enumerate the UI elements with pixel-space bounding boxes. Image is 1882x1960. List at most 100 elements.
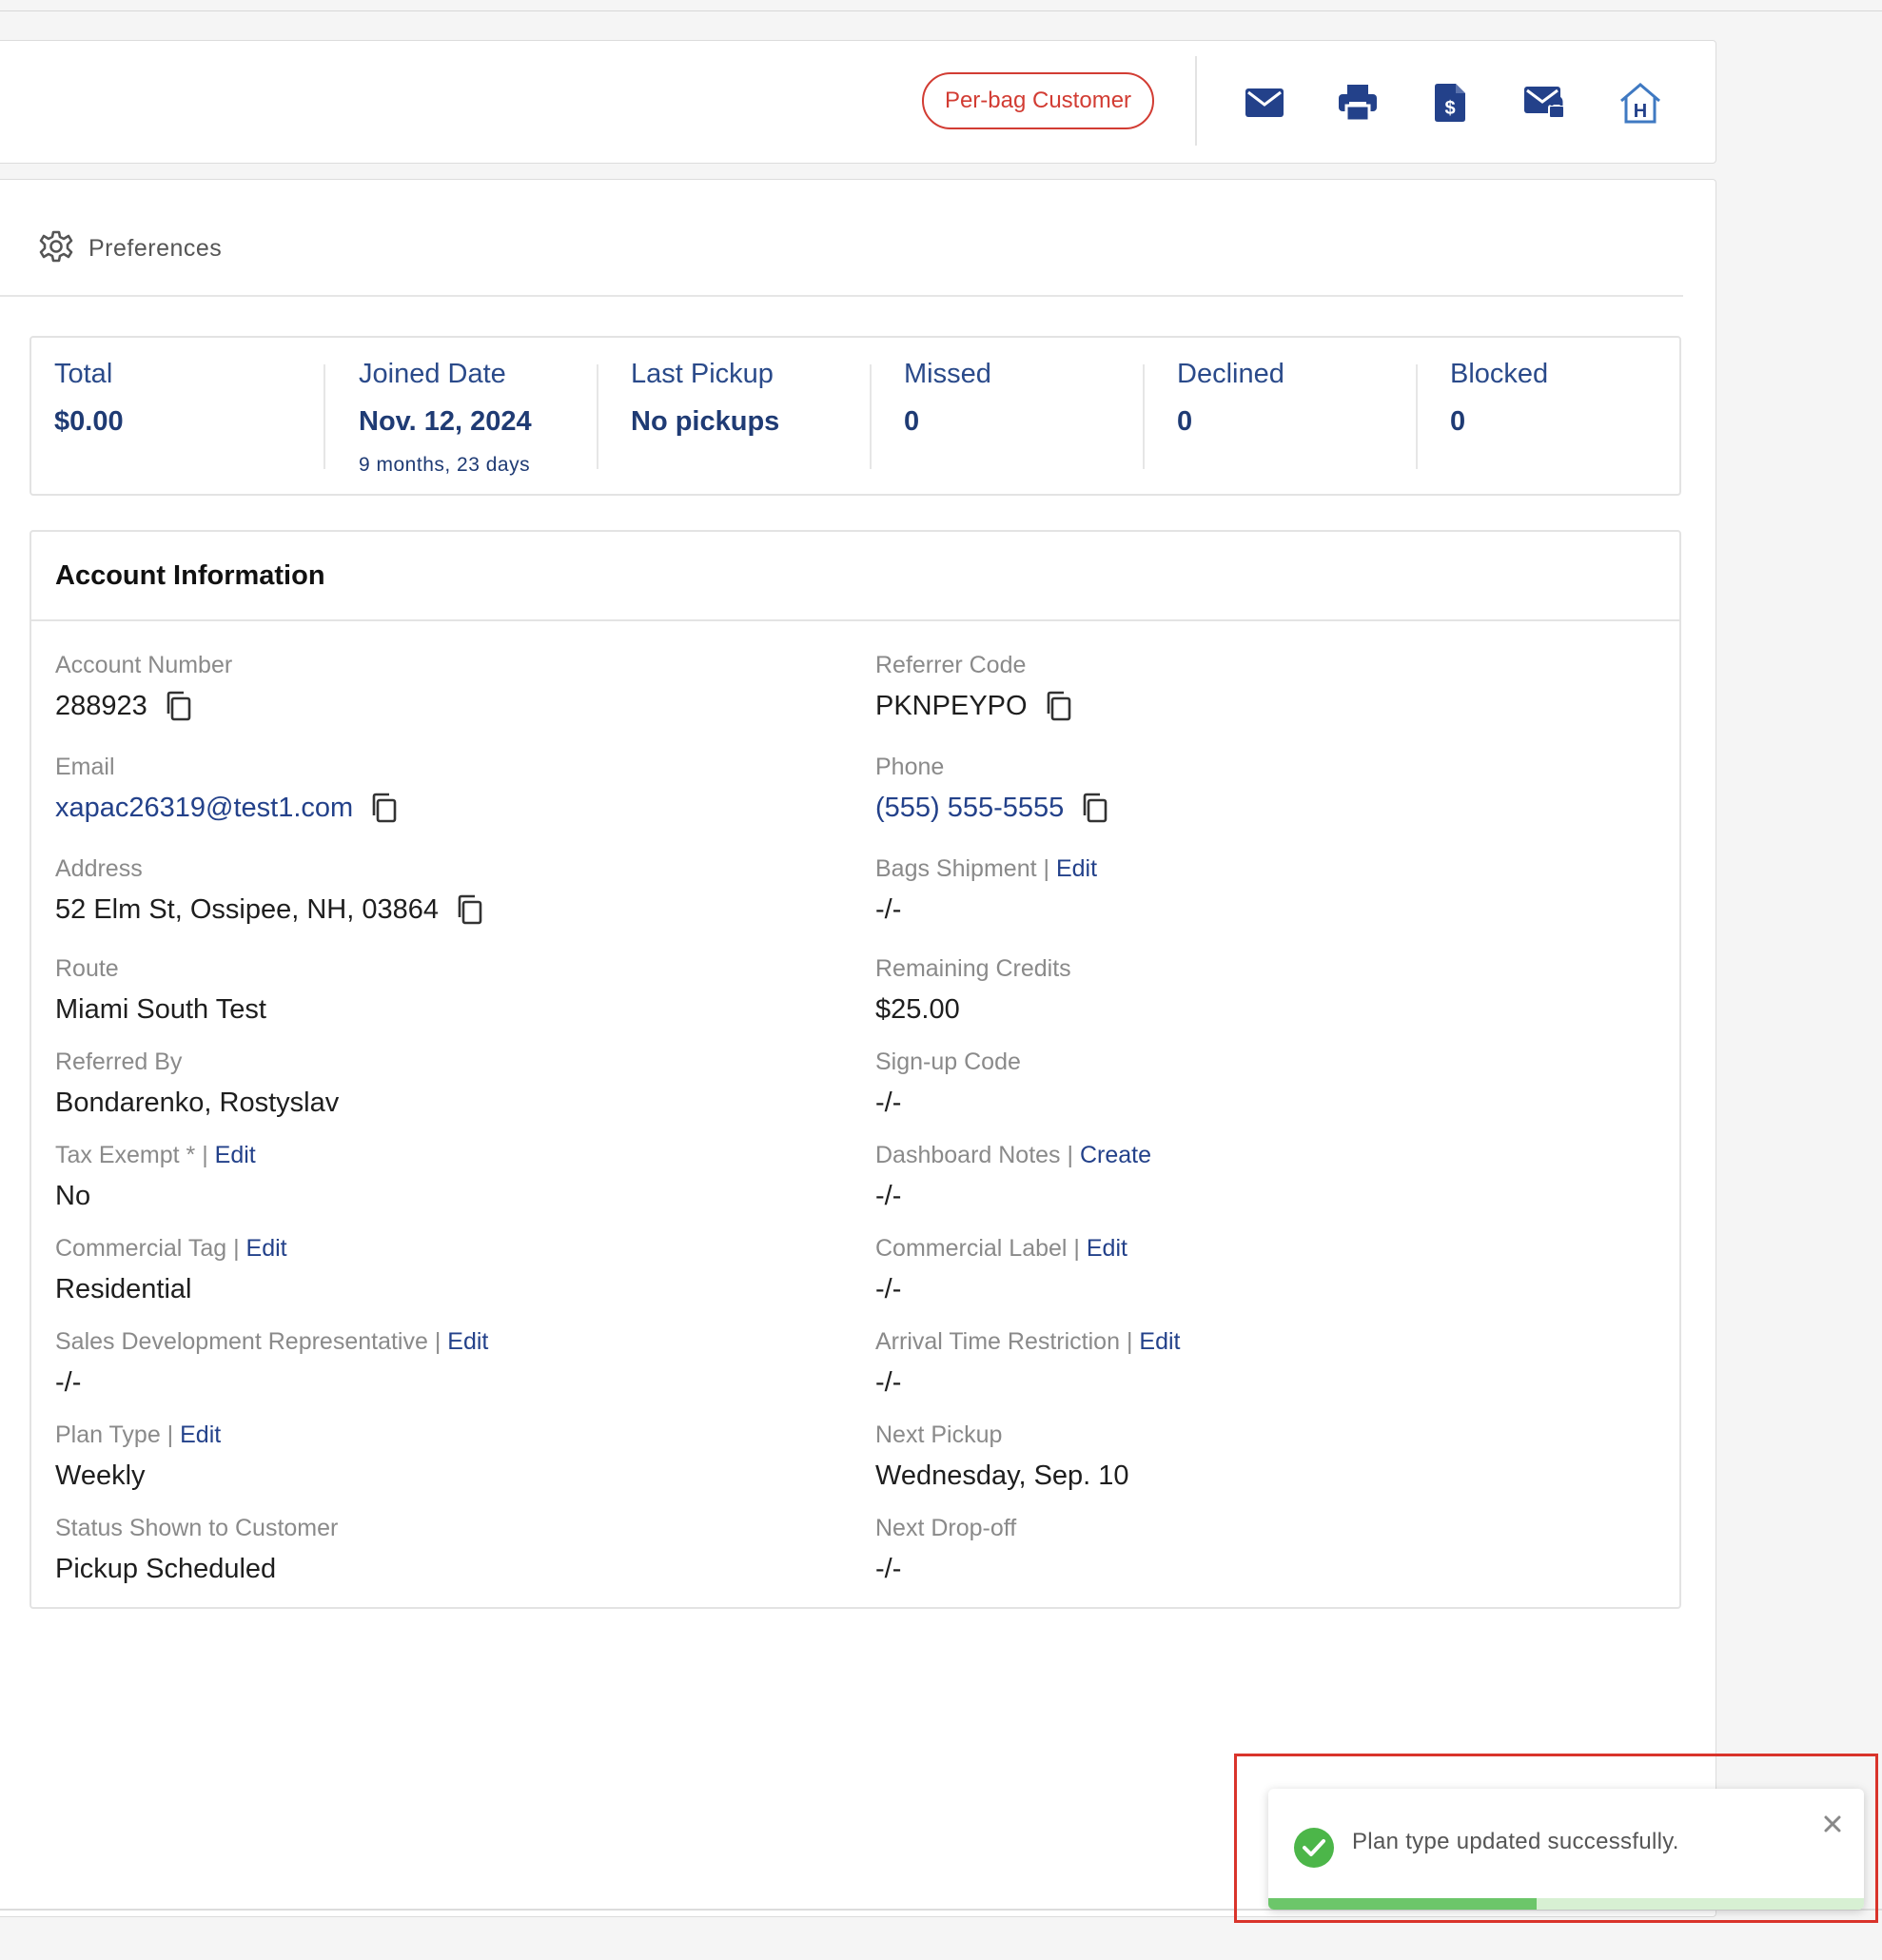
account-field: Address 52 Elm St, Ossipee, NH, 03864 bbox=[55, 854, 482, 925]
field-label-text: Commercial Tag bbox=[55, 1235, 227, 1262]
home-h-icon[interactable]: H bbox=[1617, 79, 1664, 127]
field-edit-link[interactable]: Edit bbox=[246, 1235, 287, 1262]
copy-icon[interactable] bbox=[165, 691, 191, 721]
stat-divider bbox=[1416, 364, 1418, 469]
stat-value: $0.00 bbox=[54, 406, 124, 437]
field-label-text: Commercial Label bbox=[875, 1235, 1068, 1262]
field-label: Address bbox=[55, 854, 143, 883]
account-information-divider bbox=[31, 619, 1679, 621]
field-value: 288923 bbox=[55, 691, 147, 721]
label-separator: | bbox=[1060, 1142, 1080, 1168]
stat-divider bbox=[1143, 364, 1145, 469]
account-field: Commercial Tag | Edit Residential bbox=[55, 1234, 287, 1304]
customer-stats: Total $0.00 Joined Date Nov. 12, 2024 9 … bbox=[29, 336, 1681, 496]
account-field: Bags Shipment | Edit -/- bbox=[875, 854, 1097, 925]
copy-icon[interactable] bbox=[370, 793, 397, 823]
account-field: Arrival Time Restriction | Edit -/- bbox=[875, 1327, 1180, 1398]
field-label-text: Email bbox=[55, 754, 115, 780]
field-value-row: -/- bbox=[875, 1365, 901, 1400]
invoice-dollar-icon[interactable]: $ bbox=[1426, 79, 1474, 127]
field-label-text: Phone bbox=[875, 754, 945, 780]
stat-value: No pickups bbox=[631, 406, 780, 437]
field-value-row: -/- bbox=[55, 1365, 81, 1400]
label-separator: | bbox=[226, 1235, 246, 1262]
customer-details-panel: Preferences Total $0.00 Joined Date Nov.… bbox=[0, 179, 1716, 1917]
field-edit-link[interactable]: Edit bbox=[1139, 1328, 1180, 1355]
label-separator: | bbox=[1120, 1328, 1140, 1355]
field-value-row: Residential bbox=[55, 1272, 191, 1306]
account-information-title: Account Information bbox=[55, 560, 325, 591]
printer-icon[interactable] bbox=[1334, 79, 1382, 127]
stat-value: Nov. 12, 2024 bbox=[359, 406, 532, 437]
stat-subtext: 9 months, 23 days bbox=[359, 454, 531, 476]
field-value-row: -/- bbox=[875, 1179, 901, 1213]
field-value: Weekly bbox=[55, 1460, 146, 1491]
copy-icon[interactable] bbox=[456, 894, 482, 925]
field-value: -/- bbox=[875, 1088, 902, 1118]
field-value-row: (555) 555-5555 bbox=[875, 791, 1108, 825]
field-label-text: Referrer Code bbox=[875, 652, 1027, 678]
field-label: Dashboard Notes | Create bbox=[875, 1141, 1151, 1169]
account-field: Route Miami South Test bbox=[55, 954, 266, 1025]
stat-divider bbox=[597, 364, 598, 469]
field-value-row: -/- bbox=[875, 1086, 901, 1120]
field-label-text: Next Pickup bbox=[875, 1421, 1003, 1448]
field-label-text: Address bbox=[55, 855, 143, 882]
field-value: -/- bbox=[875, 894, 902, 925]
field-label: Remaining Credits bbox=[875, 954, 1071, 983]
field-value-row: 52 Elm St, Ossipee, NH, 03864 bbox=[55, 892, 482, 927]
mail-icon[interactable] bbox=[1241, 79, 1288, 127]
account-field: Next Pickup Wednesday, Sep. 10 bbox=[875, 1421, 1129, 1491]
field-value[interactable]: xapac26319@test1.com bbox=[55, 791, 353, 825]
field-create-link[interactable]: Create bbox=[1080, 1142, 1151, 1168]
field-label-text: Arrival Time Restriction bbox=[875, 1328, 1120, 1355]
field-edit-link[interactable]: Edit bbox=[447, 1328, 488, 1355]
gear-icon bbox=[39, 229, 73, 268]
stat-label: Declined bbox=[1177, 359, 1284, 389]
field-label-text: Route bbox=[55, 955, 119, 982]
account-field: Next Drop-off -/- bbox=[875, 1514, 1016, 1584]
preferences-label: Preferences bbox=[88, 234, 223, 262]
field-label: Referred By bbox=[55, 1048, 182, 1076]
preferences-tab[interactable]: Preferences bbox=[39, 227, 222, 269]
account-information-card: Account Information Account Number 288923… bbox=[29, 530, 1681, 1609]
field-edit-link[interactable]: Edit bbox=[1087, 1235, 1127, 1262]
field-edit-link[interactable]: Edit bbox=[1056, 855, 1097, 882]
field-label-text: Status Shown to Customer bbox=[55, 1515, 339, 1541]
account-field: Sales Development Representative | Edit -… bbox=[55, 1327, 488, 1398]
copy-icon[interactable] bbox=[1045, 691, 1071, 721]
account-field: Sign-up Code -/- bbox=[875, 1048, 1021, 1118]
field-value-row: $25.00 bbox=[875, 992, 960, 1027]
copy-icon[interactable] bbox=[1081, 793, 1108, 823]
field-label: Bags Shipment | Edit bbox=[875, 854, 1097, 883]
field-value: -/- bbox=[875, 1367, 902, 1398]
field-value: PKNPEYPO bbox=[875, 691, 1028, 721]
field-label: Plan Type | Edit bbox=[55, 1421, 221, 1449]
customer-type-badge: Per-bag Customer bbox=[922, 72, 1154, 129]
field-value[interactable]: (555) 555-5555 bbox=[875, 791, 1064, 825]
field-label: Next Drop-off bbox=[875, 1514, 1016, 1542]
field-label-text: Sales Development Representative bbox=[55, 1328, 428, 1355]
secure-mail-icon[interactable] bbox=[1521, 79, 1569, 127]
close-icon[interactable] bbox=[1818, 1810, 1847, 1838]
field-value: -/- bbox=[875, 1274, 902, 1304]
check-circle-icon bbox=[1294, 1828, 1334, 1872]
field-label-text: Sign-up Code bbox=[875, 1049, 1021, 1075]
account-field: Referred By Bondarenko, Rostyslav bbox=[55, 1048, 339, 1118]
field-label-text: Dashboard Notes bbox=[875, 1142, 1061, 1168]
svg-text:H: H bbox=[1634, 101, 1647, 122]
label-separator: | bbox=[1067, 1235, 1087, 1262]
field-label-text: Plan Type bbox=[55, 1421, 161, 1448]
field-value-row: Bondarenko, Rostyslav bbox=[55, 1086, 339, 1120]
field-label-text: Account Number bbox=[55, 652, 233, 678]
field-value: -/- bbox=[55, 1367, 82, 1398]
field-edit-link[interactable]: Edit bbox=[180, 1421, 221, 1448]
stat-value: 0 bbox=[1450, 406, 1466, 437]
stat-label: Joined Date bbox=[359, 359, 506, 389]
label-separator: | bbox=[195, 1142, 215, 1168]
stat-label: Missed bbox=[904, 359, 991, 389]
account-field: Plan Type | Edit Weekly bbox=[55, 1421, 221, 1491]
field-value: Miami South Test bbox=[55, 994, 266, 1025]
field-value-row: -/- bbox=[875, 892, 901, 927]
field-edit-link[interactable]: Edit bbox=[215, 1142, 256, 1168]
